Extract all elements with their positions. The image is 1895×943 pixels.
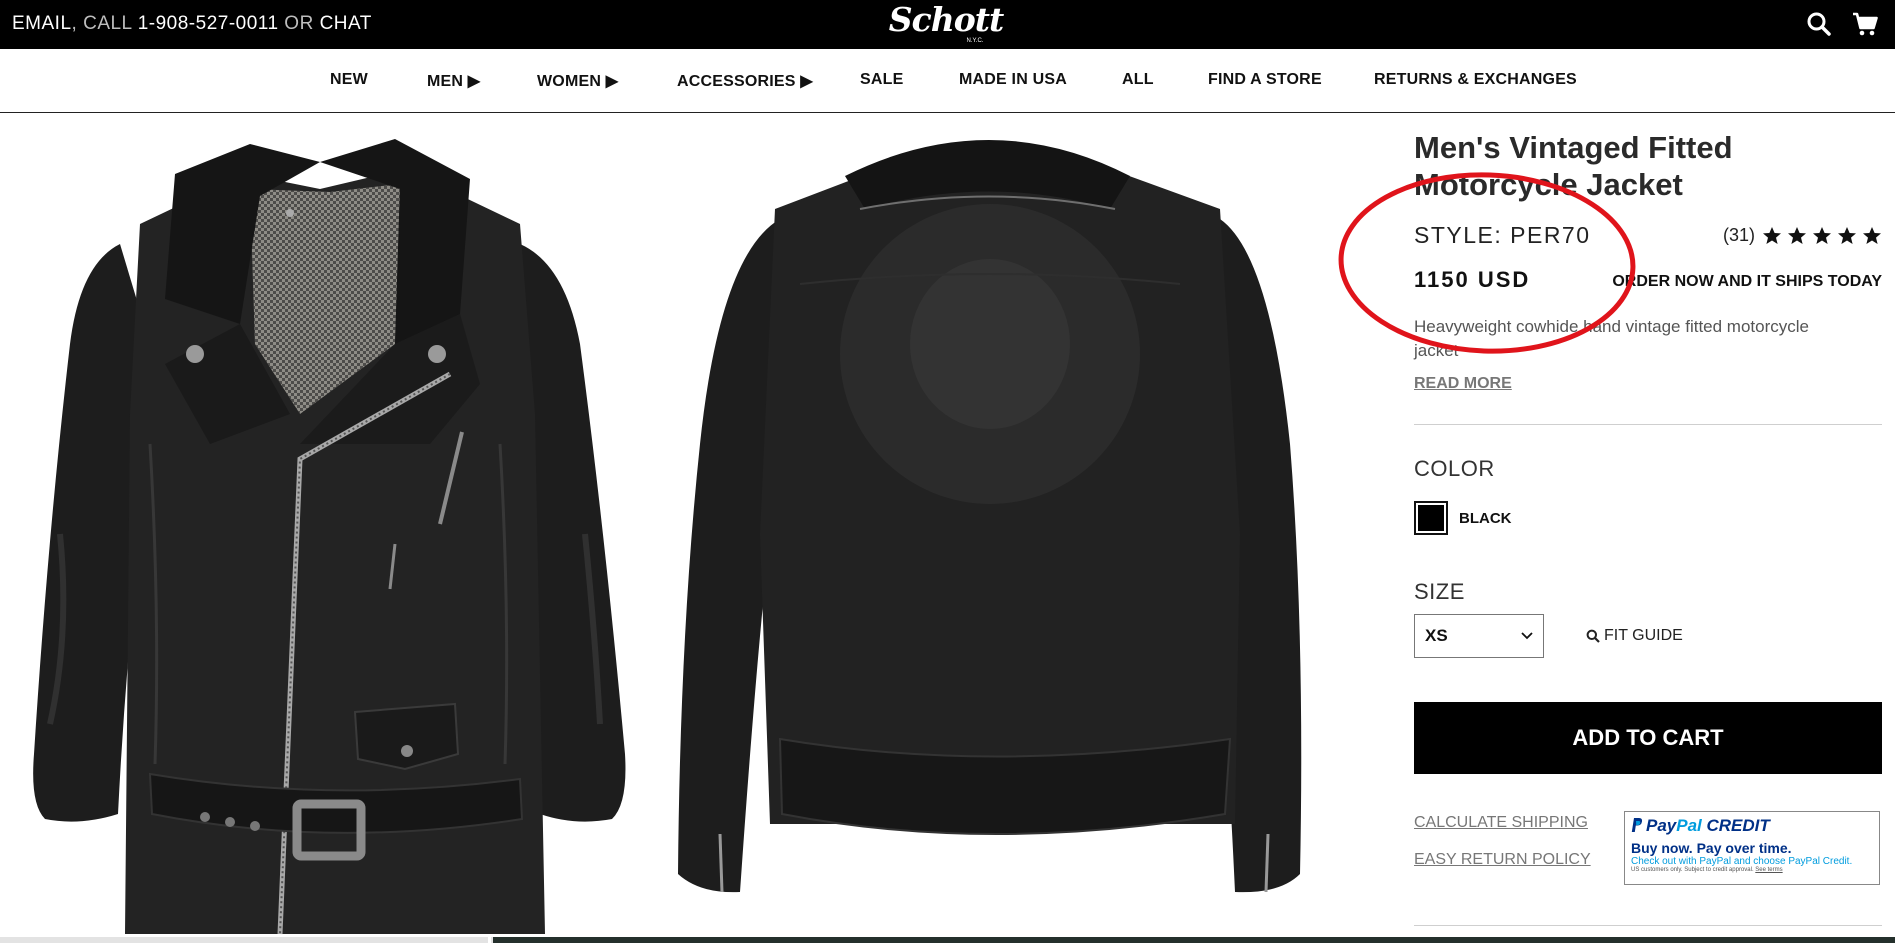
or-label: OR [284, 13, 314, 34]
star-icon [1863, 226, 1881, 244]
add-to-cart-button[interactable]: ADD TO CART [1414, 702, 1882, 774]
paypal-disclaimer: US customers only. Subject to credit app… [1631, 867, 1754, 873]
gallery-progress-track [0, 937, 1895, 943]
color-swatch-black[interactable] [1414, 501, 1448, 535]
star-icon [1813, 226, 1831, 244]
brand-logo-word: Schott [888, 0, 1004, 39]
review-count[interactable]: (31) [1723, 225, 1755, 246]
divider [1414, 424, 1882, 425]
star-icon [1838, 226, 1856, 244]
nav-item-new[interactable]: NEW [330, 71, 368, 89]
paypal-subline: Check out with PayPal and choose PayPal … [1631, 856, 1853, 867]
header-icons [1805, 10, 1879, 38]
call-label: CALL [83, 13, 132, 34]
read-more-link[interactable]: READ MORE [1414, 375, 1512, 393]
rating-stars [1762, 226, 1882, 246]
shipping-note: ORDER NOW AND IT SHIPS TODAY [1612, 273, 1882, 290]
nav-item-made-in-usa[interactable]: MADE IN USA [959, 71, 1067, 89]
paypal-tagline: Buy now. Pay over time. [1631, 840, 1792, 856]
color-swatch-fill [1418, 505, 1444, 531]
nav-item-sale[interactable]: SALE [860, 71, 903, 89]
product-image-back[interactable] [660, 114, 1320, 943]
contact-separator: , [71, 13, 84, 34]
search-icon[interactable] [1805, 10, 1833, 38]
gallery-progress-gap [488, 937, 491, 943]
paypal-word-credit: CREDIT [1701, 816, 1770, 835]
product-image-front[interactable] [0, 114, 660, 943]
fit-guide-link[interactable]: FIT GUIDE [1586, 627, 1683, 645]
divider [1414, 925, 1882, 926]
email-link[interactable]: EMAIL [12, 13, 72, 34]
gallery-progress-fill [0, 937, 493, 943]
nav-item-all[interactable]: ALL [1122, 71, 1154, 89]
paypal-logo-icon [1631, 817, 1643, 839]
paypal-credit-banner[interactable]: PayPal CREDIT Buy now. Pay over time. Ch… [1624, 811, 1880, 885]
calculate-shipping-link[interactable]: CALCULATE SHIPPING [1414, 814, 1588, 832]
star-icon [1763, 226, 1781, 244]
top-bar: EMAIL, CALL 1-908-527-0011 OR CHAT Schot… [0, 0, 1895, 49]
product-gallery[interactable] [0, 114, 1380, 943]
annotation-circle [1338, 172, 1636, 354]
paypal-fineprint: US customers only. Subject to credit app… [1631, 867, 1873, 873]
brand-logo[interactable]: Schott N.Y.C. [886, 2, 1006, 46]
main-nav: NEW MEN ▶ WOMEN ▶ ACCESSORIES ▶ SALE MAD… [0, 49, 1895, 113]
nav-item-women[interactable]: WOMEN ▶ [537, 71, 618, 91]
nav-item-accessories[interactable]: ACCESSORIES ▶ [677, 71, 813, 91]
cart-icon[interactable] [1851, 10, 1879, 38]
nav-item-find-a-store[interactable]: FIND A STORE [1208, 71, 1322, 89]
color-name: BLACK [1459, 510, 1512, 527]
fit-guide-label: FIT GUIDE [1604, 627, 1683, 644]
size-select[interactable]: XS [1414, 614, 1544, 658]
return-policy-link[interactable]: EASY RETURN POLICY [1414, 851, 1591, 869]
search-icon [1586, 629, 1600, 643]
nav-item-returns-exchanges[interactable]: RETURNS & EXCHANGES [1374, 71, 1577, 89]
paypal-word-b: Pal [1676, 816, 1702, 835]
size-label: SIZE [1414, 579, 1465, 604]
paypal-word-a: Pay [1646, 816, 1677, 835]
review-summary[interactable]: (31) [1723, 225, 1882, 246]
star-icon [1788, 226, 1806, 244]
color-label: COLOR [1414, 456, 1495, 481]
paypal-terms-link[interactable]: See terms [1755, 867, 1782, 873]
phone-link[interactable]: 1-908-527-0011 [138, 13, 279, 34]
nav-item-men[interactable]: MEN ▶ [427, 71, 480, 91]
chevron-down-icon [1521, 632, 1533, 640]
size-select-value: XS [1425, 626, 1448, 645]
chat-link[interactable]: CHAT [320, 13, 372, 34]
paypal-credit-logo: PayPal CREDIT [1631, 816, 1873, 839]
contact-bar: EMAIL, CALL 1-908-527-0011 OR CHAT [12, 13, 372, 35]
